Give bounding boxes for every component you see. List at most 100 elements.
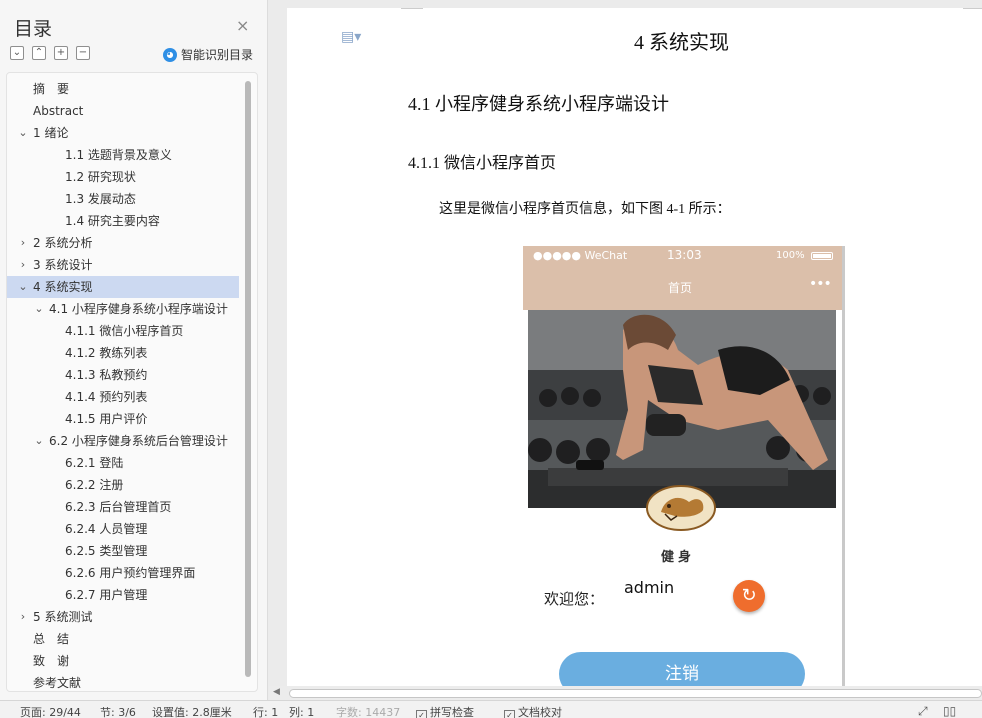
toc-item[interactable]: ⌄ 1 绪论 [7,122,239,144]
toc-item-label: 1.1 选题背景及意义 [65,148,172,162]
reading-mode-icon[interactable]: ▯▯ [943,704,956,718]
battery-label: 100% [776,250,805,261]
phone-page-title: 首页 [668,281,693,295]
toc-item[interactable]: 总 结 [7,628,239,650]
toc-item[interactable]: 6.2.6 用户预约管理界面 [7,562,239,584]
status-bar: 页面: 29/44 节: 3/6 设置值: 2.8厘米 行: 1 列: 1 字数… [0,700,982,718]
toc-title: 目录 [14,18,53,40]
toc-item[interactable]: 6.2.5 类型管理 [7,540,239,562]
toc-item-label: 3 系统设计 [33,258,93,272]
toc-item[interactable]: Abstract [7,100,239,122]
toc-item[interactable]: 摘 要 [7,78,239,100]
toc-item[interactable]: 6.2.2 注册 [7,474,239,496]
welcome-label: 欢迎您： [544,590,605,608]
toc-list: 摘 要 Abstract ⌄ 1 绪论 1.1 选题背景及意义 1.2 研究现状 1.3 发… [7,78,239,691]
check-icon: ✓ [504,710,515,718]
toc-item-label: 4 系统实现 [33,280,93,294]
toc-item[interactable]: 4.1.2 教练列表 [7,342,239,364]
proofread-label: 文档校对 [518,706,562,718]
toc-item[interactable]: 6.2.1 登陆 [7,452,239,474]
toc-item[interactable]: › 5 系统测试 [7,606,239,628]
status-setting[interactable]: 设置值: 2.8厘米 [152,704,232,718]
toc-toolbar: ⌄ ⌃ + − [10,46,90,60]
document-icon[interactable]: ▤▾ [341,29,361,45]
horizontal-scrollbar[interactable]: ◀ [269,686,982,700]
chevron-down-icon[interactable]: ⌄ [33,430,45,452]
status-col: 列: 1 [289,706,315,718]
scroll-left-icon[interactable]: ◀ [273,687,280,697]
document-page: ▤▾ 4 系统实现 4.1 小程序健身系统小程序端设计 4.1.1 微信小程序首… [287,8,982,700]
toc-item[interactable]: 4.1.4 预约列表 [7,386,239,408]
toc-item-label: 4.1.2 教练列表 [65,346,148,360]
fitness-photo [528,310,836,508]
status-row: 行: 1 [253,706,279,718]
toc-item-label: 致 谢 [33,654,70,668]
chevron-down-icon[interactable]: ⌄ [17,122,29,144]
chevron-right-icon[interactable]: › [17,254,29,276]
refresh-icon[interactable]: ↻ [733,580,765,612]
status-section: 节: 3/6 [100,706,136,718]
more-icon[interactable]: ••• [809,276,832,292]
status-page[interactable]: 页面: 29/44 [20,704,81,718]
chevron-down-icon[interactable]: ⌄ [33,298,45,320]
spell-check-toggle[interactable]: ✓ 拼写检查 [416,704,474,718]
subsection-heading: 4.1.1 微信小程序首页 [408,155,557,172]
toc-scrollbar[interactable] [245,81,251,677]
toc-item-label: 1 绪论 [33,126,69,140]
toc-panel: 目录 × ⌄ ⌃ + − ◕ 智能识别目录 摘 要 Abstract ⌄ 1 绪论 1.… [0,0,268,700]
username-label: admin [624,578,675,597]
toc-item-label: 6.2.7 用户管理 [65,588,148,602]
toc-item[interactable]: 1.2 研究现状 [7,166,239,188]
smart-toc-button[interactable]: ◕ 智能识别目录 [163,46,253,63]
page-corner-mark [401,8,423,9]
chevron-right-icon[interactable]: › [17,232,29,254]
camel-logo-icon [646,485,716,531]
toc-item[interactable]: › 3 系统设计 [7,254,239,276]
toc-item-label: 1.3 发展动态 [65,192,136,206]
toc-item[interactable]: 致 谢 [7,650,239,672]
section-heading: 4.1 小程序健身系统小程序端设计 [408,94,669,114]
chevron-right-icon[interactable]: › [17,606,29,628]
fullscreen-icon[interactable]: ⤢ [918,704,928,718]
clock: 13:03 [667,248,702,262]
toc-item-label: 6.2.1 登陆 [65,456,124,470]
toc-item[interactable]: › 2 系统分析 [7,232,239,254]
document-area: ▤▾ 4 系统实现 4.1 小程序健身系统小程序端设计 4.1.1 微信小程序首… [269,0,982,700]
add-level-icon[interactable]: + [54,46,68,60]
toc-item-label: 4.1.3 私教预约 [65,368,148,382]
toc-item-label: 4.1.5 用户评价 [65,412,148,426]
toc-item[interactable]: ⌄ 4.1 小程序健身系统小程序端设计 [7,298,239,320]
remove-level-icon[interactable]: − [76,46,90,60]
toc-item[interactable]: ⌄ 6.2 小程序健身系统后台管理设计 [7,430,239,452]
toc-item[interactable]: 6.2.4 人员管理 [7,518,239,540]
collapse-all-icon[interactable]: ⌄ [10,46,24,60]
toc-item-label: 2 系统分析 [33,236,93,250]
toc-item[interactable]: 6.2.7 用户管理 [7,584,239,606]
close-icon[interactable]: × [236,16,249,35]
phone-nav-bar: ●●●●● WeChat 13:03 100% 首页 ••• [523,246,842,310]
toc-item-label: 6.2.4 人员管理 [65,522,148,536]
toc-item-label: 参考文献 [33,676,82,690]
toc-item[interactable]: 参考文献 [7,672,239,691]
toc-item[interactable]: 4.1.5 用户评价 [7,408,239,430]
toc-item-label: 4.1.4 预约列表 [65,390,148,404]
check-icon: ✓ [416,710,427,718]
toc-item[interactable]: 1.1 选题背景及意义 [7,144,239,166]
toc-item[interactable]: ⌄ 4 系统实现 [7,276,239,298]
toc-item[interactable]: 4.1.3 私教预约 [7,364,239,386]
toc-item-label: 总 结 [33,632,70,646]
chevron-down-icon[interactable]: ⌄ [17,276,29,298]
toc-item[interactable]: 1.3 发展动态 [7,188,239,210]
toc-item[interactable]: 1.4 研究主要内容 [7,210,239,232]
toc-item[interactable]: 6.2.3 后台管理首页 [7,496,239,518]
toc-item-label: 6.2.6 用户预约管理界面 [65,566,196,580]
toc-item[interactable]: 4.1.1 微信小程序首页 [7,320,239,342]
scrollbar-thumb[interactable] [289,689,982,698]
toc-item-label: 6.2.3 后台管理首页 [65,500,172,514]
smart-toc-icon: ◕ [163,47,177,62]
proofread-toggle[interactable]: ✓ 文档校对 [504,704,562,718]
toc-item-label: 4.1 小程序健身系统小程序端设计 [49,302,228,316]
status-words[interactable]: 字数: 14437 [336,704,400,718]
expand-all-icon[interactable]: ⌃ [32,46,46,60]
toc-item-label: 1.2 研究现状 [65,170,136,184]
